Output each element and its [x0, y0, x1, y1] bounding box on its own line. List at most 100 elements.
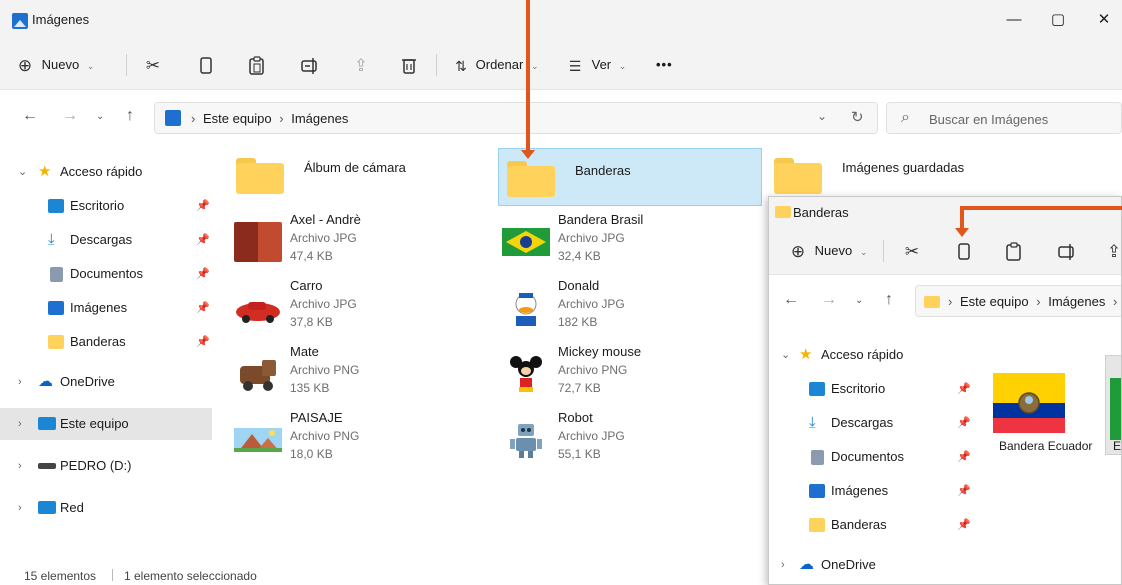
search-box[interactable]: ⌕ Buscar en Imágenes: [886, 102, 1122, 134]
sidebar-item-onedrive[interactable]: › ☁ OneDrive: [0, 366, 212, 398]
cut-button[interactable]: ✂: [144, 52, 162, 78]
pin-icon[interactable]: 📌: [196, 224, 210, 256]
callout-arrow-line: [960, 206, 1122, 210]
breadcrumb-this-pc[interactable]: Este equipo: [203, 111, 272, 126]
chevron-down-icon: ⌄: [781, 349, 791, 361]
file-tile[interactable]: Donald Archivo JPG 182 KB: [482, 276, 742, 340]
pin-icon[interactable]: 📌: [957, 475, 971, 507]
minimize-button[interactable]: —: [996, 8, 1032, 32]
sidebar-item-red[interactable]: › Red: [0, 492, 212, 524]
desktop-icon: [48, 199, 64, 213]
copy-button[interactable]: [197, 52, 215, 78]
forward-arrow-icon[interactable]: →: [821, 291, 837, 309]
sidebar-item-label: Red: [60, 500, 84, 515]
folder-tile[interactable]: Banderas: [498, 148, 762, 206]
pin-icon[interactable]: 📌: [196, 258, 210, 290]
banderas-new-button[interactable]: ⊕ Nuevo ⌄: [789, 238, 868, 264]
folder-icon: [48, 335, 64, 349]
share-button[interactable]: ⇪: [352, 52, 370, 78]
toolbar-divider: [883, 240, 884, 262]
star-icon: ★: [799, 346, 813, 363]
sidebar-item-quick-access[interactable]: ⌄ ★ Acceso rápido: [0, 156, 212, 188]
pin-icon[interactable]: 📌: [196, 326, 210, 358]
view-button[interactable]: ☰ Ver ⌄: [566, 52, 627, 78]
maximize-button[interactable]: ▢: [1040, 8, 1076, 32]
banderas-paste-button[interactable]: [1005, 238, 1023, 264]
new-button-label: Nuevo: [41, 57, 80, 72]
title-bar: Imágenes — ▢ ✕: [0, 0, 1122, 40]
sidebar-item-onedrive[interactable]: › ☁ OneDrive: [769, 549, 973, 581]
sidebar-item-banderas[interactable]: Banderas 📌: [769, 509, 973, 541]
recent-chevron-icon[interactable]: ⌄: [855, 295, 863, 306]
file-size: 32,4 KB: [558, 249, 601, 263]
breadcrumb-pictures[interactable]: Imágenes: [291, 111, 348, 126]
file-type: Archivo PNG: [558, 363, 628, 377]
sidebar-item-banderas[interactable]: Banderas 📌: [0, 326, 212, 358]
file-tile[interactable]: Mickey mouse Archivo PNG 72,7 KB: [482, 342, 742, 406]
sidebar-item-documentos[interactable]: Documentos 📌: [0, 258, 212, 290]
sidebar-item-escritorio[interactable]: Escritorio 📌: [0, 190, 212, 222]
address-bar[interactable]: › Este equipo › Imágenes ⌄ ↻: [154, 102, 878, 134]
back-arrow-icon[interactable]: ←: [783, 291, 799, 309]
document-icon: [50, 267, 63, 282]
breadcrumb-separator-icon: ›: [1036, 294, 1041, 309]
paste-button[interactable]: [248, 52, 266, 78]
refresh-icon[interactable]: ↻: [851, 108, 864, 126]
sidebar-item-descargas[interactable]: ⤓ Descargas 📌: [0, 224, 212, 256]
up-arrow-icon[interactable]: ↑: [126, 107, 134, 125]
rename-button[interactable]: [300, 52, 320, 78]
sidebar-item-documentos[interactable]: Documentos 📌: [769, 441, 973, 473]
back-arrow-icon[interactable]: ←: [22, 107, 38, 125]
computer-icon: [38, 417, 56, 430]
banderas-cut-button[interactable]: ✂: [903, 238, 921, 264]
address-history-chevron-icon[interactable]: ⌄: [817, 109, 827, 123]
pin-icon[interactable]: 📌: [957, 509, 971, 541]
sidebar-item-label: Banderas: [70, 334, 126, 349]
delete-button[interactable]: [400, 52, 418, 78]
sidebar-item-pedro-drive[interactable]: › PEDRO (D:): [0, 450, 212, 482]
file-tile[interactable]: Mate Archivo PNG 135 KB: [214, 342, 474, 406]
new-button[interactable]: ⊕ Nuevo ⌄: [16, 52, 95, 78]
file-tile[interactable]: PAISAJE Archivo PNG 18,0 KB: [214, 408, 474, 472]
folder-icon: [507, 161, 555, 197]
pin-icon[interactable]: 📌: [196, 190, 210, 222]
more-options-button[interactable]: •••: [656, 52, 673, 78]
file-name[interactable]: Bandera Ecuador: [999, 439, 1092, 453]
pin-icon[interactable]: 📌: [957, 441, 971, 473]
pin-icon[interactable]: 📌: [957, 373, 971, 405]
sidebar-item-escritorio[interactable]: Escritorio 📌: [769, 373, 973, 405]
sidebar-item-descargas[interactable]: ⤓ Descargas 📌: [769, 407, 973, 439]
up-arrow-icon[interactable]: ↑: [885, 291, 893, 309]
banderas-copy-button[interactable]: [955, 238, 973, 264]
file-tile[interactable]: Bandera Brasil Archivo JPG 32,4 KB: [482, 210, 742, 274]
sidebar-item-label: Acceso rápido: [821, 347, 904, 362]
file-tile[interactable]: Carro Archivo JPG 37,8 KB: [214, 276, 474, 340]
file-type: Archivo JPG: [290, 231, 357, 245]
file-size: 37,8 KB: [290, 315, 333, 329]
sidebar-item-label: Escritorio: [70, 198, 125, 213]
file-type: Archivo JPG: [558, 297, 625, 311]
banderas-share-button[interactable]: ⇪: [1105, 238, 1121, 264]
sidebar-item-imagenes[interactable]: Imágenes 📌: [769, 475, 973, 507]
breadcrumb-pictures[interactable]: Imágenes: [1048, 294, 1105, 309]
breadcrumb-separator-icon: ›: [191, 111, 196, 126]
banderas-address-bar[interactable]: › Este equipo › Imágenes ›: [915, 285, 1121, 317]
banderas-rename-button[interactable]: [1057, 238, 1077, 264]
file-type: Archivo PNG: [290, 363, 360, 377]
sidebar-item-este-equipo[interactable]: › Este equipo: [0, 408, 212, 440]
sidebar-item-imagenes[interactable]: Imágenes 📌: [0, 292, 212, 324]
file-tile[interactable]: Robot Archivo JPG 55,1 KB: [482, 408, 742, 472]
recent-chevron-icon[interactable]: ⌄: [96, 111, 104, 122]
car-thumbnail: [234, 288, 282, 328]
pin-icon[interactable]: 📌: [957, 407, 971, 439]
folder-tile[interactable]: Álbum de cámara: [228, 146, 492, 204]
forward-arrow-icon[interactable]: →: [62, 107, 78, 125]
file-tile[interactable]: Axel - Andrè Archivo JPG 47,4 KB: [214, 210, 474, 274]
close-button[interactable]: ✕: [1086, 8, 1122, 32]
command-bar: ⊕ Nuevo ⌄ ✂ ⇪ ⇅ Ordenar ⌄ ☰ Ver ⌄ •••: [0, 40, 1122, 90]
file-type: Archivo PNG: [290, 429, 360, 443]
pin-icon[interactable]: 📌: [196, 292, 210, 324]
breadcrumb-this-pc[interactable]: Este equipo: [960, 294, 1029, 309]
sidebar-item-quick-access[interactable]: ⌄ ★ Acceso rápido: [769, 339, 973, 371]
toolbar-divider: [436, 54, 437, 76]
